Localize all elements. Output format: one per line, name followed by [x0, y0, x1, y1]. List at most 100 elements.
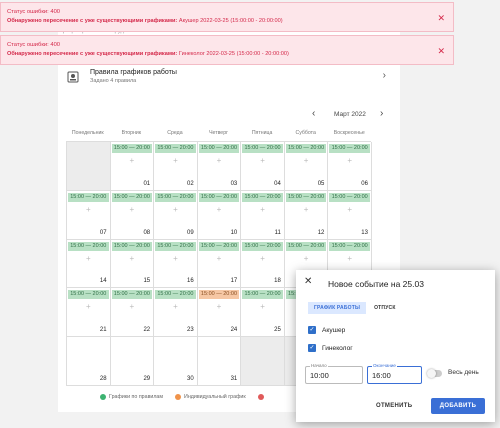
day-cell[interactable]: 15:00 — 20:00 +09 [154, 190, 198, 240]
schedule-event[interactable]: 15:00 — 20:00 [111, 192, 153, 202]
schedule-event[interactable]: 15:00 — 20:00 [242, 241, 283, 251]
add-event-icon[interactable]: + [111, 254, 154, 263]
schedule-event[interactable]: 15:00 — 20:00 [242, 144, 283, 153]
schedule-event[interactable]: 15:00 — 20:00 [111, 144, 153, 153]
add-event-icon[interactable]: + [198, 302, 241, 311]
add-event-icon[interactable]: + [198, 156, 241, 165]
day-cell[interactable]: 28 [67, 337, 111, 386]
cancel-button[interactable]: ОТМЕНИТЬ [376, 403, 412, 409]
schedule-event[interactable]: 15:00 — 20:00 [285, 144, 327, 153]
checkbox-checked-icon[interactable]: ✓ [308, 344, 316, 352]
add-event-icon[interactable]: + [111, 205, 154, 214]
day-cell[interactable]: 15:00 — 20:00 +17 [197, 239, 242, 289]
add-event-icon[interactable]: + [285, 254, 328, 263]
next-month-icon[interactable]: › [380, 108, 383, 119]
schedule-event[interactable]: 15:00 — 20:00 [242, 290, 283, 300]
prev-month-icon[interactable]: ‹ [312, 108, 315, 119]
day-cell[interactable]: 15:00 — 20:00 +10 [197, 190, 242, 240]
add-event-icon[interactable]: + [67, 254, 110, 263]
schedule-event[interactable]: 15:00 — 20:00 [111, 241, 153, 251]
day-cell[interactable]: 31 [197, 337, 242, 386]
add-event-icon[interactable]: + [154, 302, 197, 311]
legend-item [257, 394, 267, 400]
schedule-event[interactable]: 15:00 — 20:00 [329, 192, 370, 202]
add-event-icon[interactable]: + [241, 205, 284, 214]
end-time-label: Окончание [372, 363, 397, 368]
schedule-event[interactable]: 15:00 — 20:00 [198, 241, 240, 251]
day-cell[interactable]: 15:00 — 20:00 +13 [328, 190, 372, 240]
schedule-event[interactable]: 15:00 — 20:00 [285, 192, 327, 202]
schedule-event[interactable]: 15:00 — 20:00 [68, 192, 109, 202]
day-cell[interactable]: 29 [110, 337, 155, 386]
add-button[interactable]: ДОБАВИТЬ [431, 398, 485, 414]
schedule-rules-row[interactable]: Правила графиков работы Задано 4 правила… [66, 66, 396, 88]
schedule-event[interactable]: 15:00 — 20:00 [155, 290, 196, 300]
schedule-event[interactable]: 15:00 — 20:00 [285, 241, 327, 251]
close-icon[interactable]: ✕ [437, 13, 445, 24]
schedule-event[interactable]: 15:00 — 20:00 [329, 241, 370, 251]
day-cell[interactable]: 15:00 — 20:00 +07 [67, 190, 111, 240]
close-icon[interactable]: ✕ [437, 46, 445, 57]
day-cell[interactable]: 15:00 — 20:00 +14 [67, 239, 111, 289]
schedule-event[interactable]: 15:00 — 20:00 [242, 192, 283, 202]
schedule-event[interactable]: 15:00 — 20:00 [111, 290, 153, 300]
add-event-icon[interactable]: + [241, 156, 284, 165]
add-event-icon[interactable]: + [285, 156, 328, 165]
schedule-event[interactable]: 15:00 — 20:00 [68, 241, 109, 251]
start-time-field[interactable]: Начало 10:00 [305, 363, 363, 384]
tab-vacation[interactable]: ОТПУСК [368, 302, 402, 314]
add-event-icon[interactable]: + [328, 205, 371, 214]
dialog-tabs: ГРАФИК РАБОТЫ ОТПУСК [308, 302, 402, 314]
weekday-header: Понедельник Вторник Среда Четверг Пятница Суб… [66, 130, 371, 138]
day-cell[interactable]: 15:00 — 20:00 +15 [110, 239, 155, 289]
schedule-event[interactable]: 15:00 — 20:00 [198, 192, 240, 202]
add-event-icon[interactable]: + [67, 205, 110, 214]
add-event-icon[interactable]: + [154, 254, 197, 263]
schedule-event[interactable]: 15:00 — 20:00 [198, 290, 240, 300]
day-cell[interactable]: 15:00 — 20:00 +02 [154, 142, 198, 191]
schedule-event[interactable]: 15:00 — 20:00 [155, 192, 196, 202]
day-cell[interactable]: 15:00 — 20:00 +01 [110, 142, 155, 191]
day-cell[interactable]: 15:00 — 20:00 +25 [241, 288, 285, 338]
add-event-icon[interactable]: + [241, 254, 284, 263]
day-cell[interactable]: 15:00 — 20:00 +12 [284, 190, 329, 240]
day-cell[interactable]: 15:00 — 20:00 +16 [154, 239, 198, 289]
add-event-icon[interactable]: + [198, 205, 241, 214]
chevron-right-icon[interactable]: › [383, 70, 386, 81]
add-event-icon[interactable]: + [111, 156, 154, 165]
add-event-icon[interactable]: + [111, 302, 154, 311]
schedule-event[interactable]: 15:00 — 20:00 [198, 144, 240, 153]
schedule-event[interactable]: 15:00 — 20:00 [155, 241, 196, 251]
day-cell[interactable]: 15:00 — 20:00 +24 [197, 288, 242, 338]
close-icon[interactable]: ✕ [304, 276, 312, 287]
schedule-event[interactable]: 15:00 — 20:00 [155, 144, 196, 153]
add-event-icon[interactable]: + [241, 302, 284, 311]
schedule-event[interactable]: 15:00 — 20:00 [68, 290, 109, 300]
end-time-field[interactable]: Окончание 16:00 [367, 363, 422, 384]
day-cell[interactable]: 15:00 — 20:00 +18 [241, 239, 285, 289]
day-cell[interactable]: 15:00 — 20:00 +05 [284, 142, 329, 191]
day-number: 03 [230, 180, 238, 187]
schedule-event[interactable]: 15:00 — 20:00 [329, 144, 370, 153]
add-event-icon[interactable]: + [285, 205, 328, 214]
add-event-icon[interactable]: + [154, 156, 197, 165]
add-event-icon[interactable]: + [67, 302, 110, 311]
day-cell[interactable]: 15:00 — 20:00 +03 [197, 142, 242, 191]
tab-work-schedule[interactable]: ГРАФИК РАБОТЫ [308, 302, 367, 314]
day-cell[interactable]: 15:00 — 20:00 +06 [328, 142, 372, 191]
checkbox-row-gynecologist[interactable]: ✓ Гинеколог [308, 343, 353, 353]
day-cell[interactable]: 15:00 — 20:00 +11 [241, 190, 285, 240]
day-cell[interactable]: 15:00 — 20:00 +04 [241, 142, 285, 191]
day-cell[interactable]: 15:00 — 20:00 +08 [110, 190, 155, 240]
day-cell[interactable]: 15:00 — 20:00 +21 [67, 288, 111, 338]
day-cell[interactable]: 15:00 — 20:00 +23 [154, 288, 198, 338]
checkbox-row-obstetrician[interactable]: ✓ Акушер [308, 325, 345, 335]
add-event-icon[interactable]: + [328, 156, 371, 165]
add-event-icon[interactable]: + [154, 205, 197, 214]
add-event-icon[interactable]: + [328, 254, 371, 263]
all-day-toggle[interactable] [427, 369, 442, 378]
day-cell[interactable]: 15:00 — 20:00 +22 [110, 288, 155, 338]
checkbox-checked-icon[interactable]: ✓ [308, 326, 316, 334]
add-event-icon[interactable]: + [198, 254, 241, 263]
day-cell[interactable]: 30 [154, 337, 198, 386]
